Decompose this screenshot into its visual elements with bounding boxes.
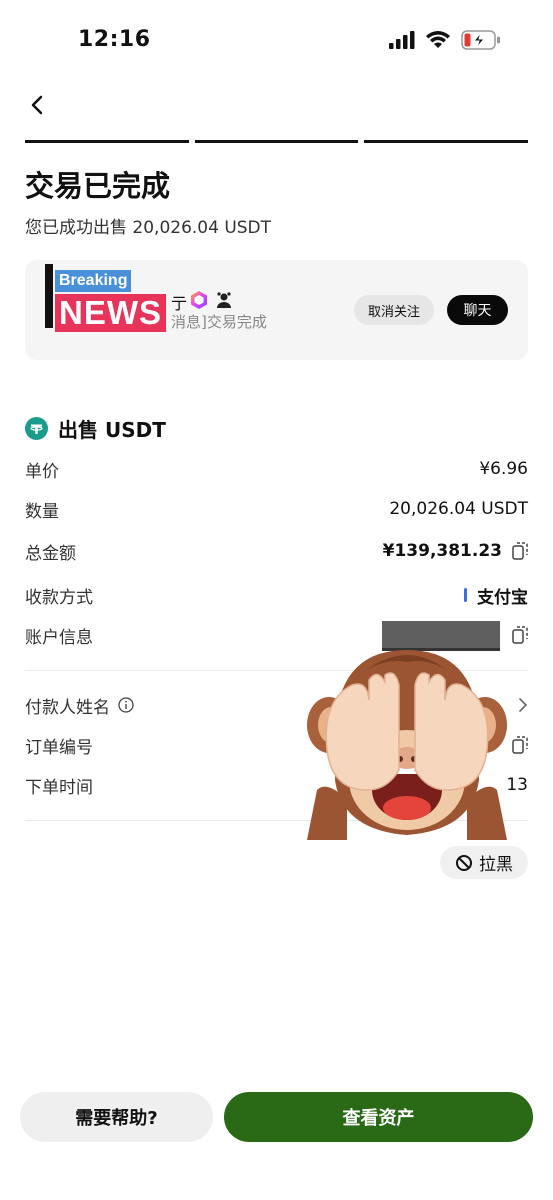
row-total-amount: 总金额 ¥139,381.23: [25, 536, 528, 566]
ban-icon: [456, 854, 472, 871]
row-label: 订单编号: [25, 737, 93, 758]
block-label: 拉黑: [479, 855, 513, 875]
status-bar: 12:16: [0, 0, 553, 80]
copy-icon[interactable]: [512, 542, 528, 560]
battery-charging-icon: [461, 30, 500, 50]
help-button[interactable]: 需要帮助?: [20, 1092, 213, 1142]
row-label: 总金额: [25, 543, 76, 564]
status-icons: [389, 30, 501, 50]
progress-step-3: [364, 140, 529, 143]
avatar-text-main: NEWS: [55, 294, 166, 332]
row-value-wrap[interactable]: [518, 697, 528, 713]
usdt-icon: [25, 417, 48, 440]
avatar-frame: [45, 264, 53, 328]
row-value: 20,026.04 USDT: [389, 499, 528, 519]
row-quantity: 数量 20,026.04 USDT: [25, 494, 528, 524]
row-label: 账户信息: [25, 627, 93, 648]
merchant-card: Breaking NEWS 亍 消息]交易完成 取消关注 聊天: [25, 260, 528, 360]
progress-step-2: [194, 140, 359, 143]
page-subtitle: 您已成功出售 20,026.04 USDT: [25, 218, 272, 238]
copy-icon[interactable]: [512, 626, 528, 644]
unfollow-button[interactable]: 取消关注: [354, 295, 434, 325]
row-value-wrap: 支付宝: [464, 583, 528, 608]
verified-hex-icon: [191, 291, 207, 309]
total-amount: ¥139,381.23: [382, 541, 502, 561]
row-unit-price: 单价 ¥6.96: [25, 454, 528, 484]
payment-method: 支付宝: [477, 587, 528, 608]
row-value: 13: [506, 775, 528, 795]
status-time: 12:16: [78, 27, 151, 52]
info-icon[interactable]: [118, 697, 134, 713]
chevron-right-icon: [519, 698, 528, 712]
user-icon: [217, 292, 231, 308]
view-assets-button[interactable]: 查看资产: [224, 1092, 533, 1142]
signal-icon: [389, 31, 415, 49]
row-value-wrap: ¥139,381.23: [383, 541, 528, 561]
row-value: ¥6.96: [479, 459, 528, 479]
row-label: 单价: [25, 461, 59, 482]
row-label: 下单时间: [25, 777, 93, 798]
row-label-wrap: 付款人姓名: [25, 693, 134, 718]
page-title: 交易已完成: [25, 169, 171, 203]
avatar[interactable]: Breaking NEWS: [45, 264, 168, 332]
row-payment-method: 收款方式 支付宝: [25, 580, 528, 610]
chevron-left-icon: [31, 95, 43, 115]
copy-icon[interactable]: [512, 736, 528, 754]
merchant-badges: [189, 290, 233, 310]
row-label: 数量: [25, 501, 59, 522]
chat-button[interactable]: 聊天: [447, 295, 508, 325]
avatar-text-top: Breaking: [55, 270, 132, 292]
order-title: 出售 USDT: [58, 418, 166, 442]
row-value-wrap: [512, 626, 528, 644]
wifi-icon: [426, 31, 450, 48]
block-button[interactable]: 拉黑: [440, 846, 528, 879]
merchant-message-preview: 消息]交易完成: [171, 313, 267, 331]
row-label: 收款方式: [25, 587, 93, 608]
order-section-header: 出售 USDT: [25, 414, 166, 443]
progress-step-1: [25, 140, 189, 143]
back-button[interactable]: [22, 90, 52, 120]
row-value-wrap: [512, 736, 528, 754]
progress-steps: [25, 140, 529, 143]
see-no-evil-monkey-sticker: [307, 650, 507, 840]
payment-indicator: [464, 588, 467, 602]
row-label: 付款人姓名: [25, 697, 110, 718]
